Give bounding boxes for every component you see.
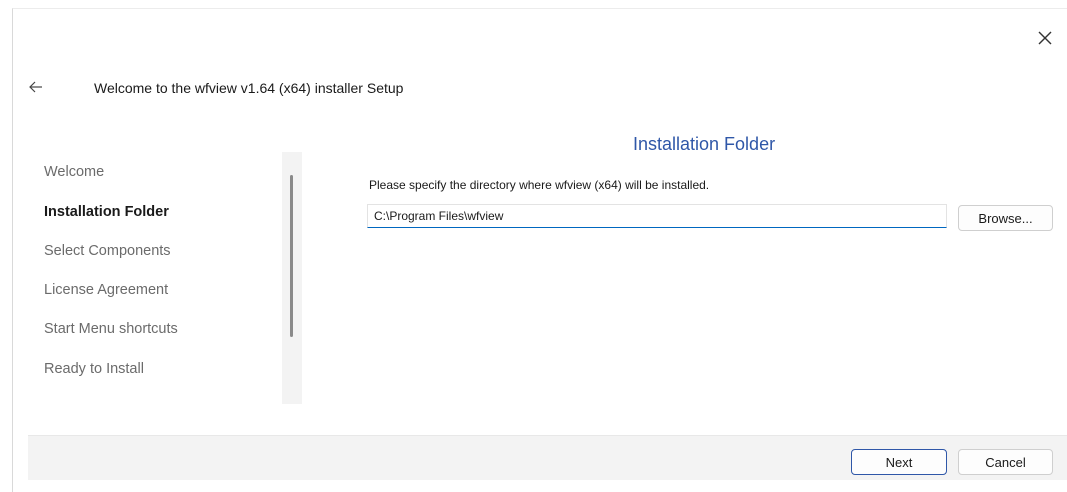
next-button[interactable]: Next — [851, 449, 947, 475]
back-button[interactable] — [27, 78, 45, 96]
sidebar-step-list: Welcome Installation Folder Select Compo… — [28, 152, 302, 404]
sidebar-item-installation-folder: Installation Folder — [44, 204, 169, 220]
sidebar-item-select-components: Select Components — [44, 243, 171, 259]
page-title: Installation Folder — [633, 134, 776, 154]
cancel-button[interactable]: Cancel — [958, 449, 1053, 475]
close-icon — [1038, 31, 1052, 45]
sidebar-item-ready-to-install: Ready to Install — [44, 361, 144, 377]
sidebar-scrollbar-thumb[interactable] — [290, 175, 293, 337]
sidebar-item-welcome: Welcome — [44, 164, 105, 180]
back-arrow-icon — [29, 81, 42, 93]
close-button[interactable] — [1034, 27, 1056, 49]
install-path-input[interactable] — [367, 204, 947, 228]
sidebar-item-start-menu-shortcuts: Start Menu shortcuts — [44, 321, 178, 337]
sidebar-item-license-agreement: License Agreement — [44, 282, 169, 298]
window-title: Welcome to the wfview v1.64 (x64) instal… — [94, 80, 404, 96]
browse-button[interactable]: Browse... — [958, 205, 1053, 231]
instructions-text: Please specify the directory where wfvie… — [369, 178, 710, 192]
